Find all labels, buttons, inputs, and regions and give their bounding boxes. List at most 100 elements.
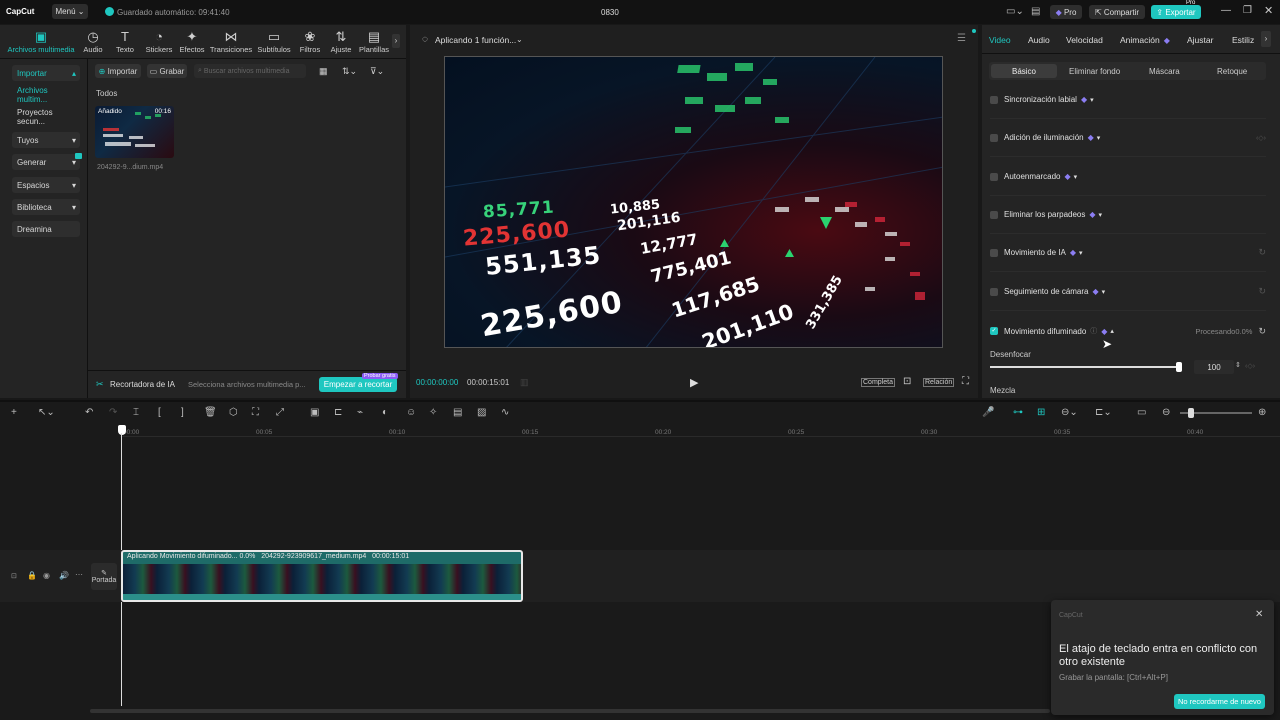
sidebar-import[interactable]: Importar ▴ <box>12 65 80 81</box>
option-ai-motion[interactable]: Movimiento de IA ◆ ▾ ↻ <box>990 234 1266 272</box>
trim-left-icon[interactable]: [ <box>158 407 161 418</box>
record-button[interactable]: ▭ Grabar <box>147 64 187 78</box>
select-tool-icon[interactable]: ↖⌄ <box>38 407 55 418</box>
layout-icon[interactable]: ▭⌄ <box>1006 6 1024 17</box>
reset-icon[interactable]: ↻ <box>1258 247 1266 258</box>
fullscreen-icon[interactable]: ⛶ <box>962 376 969 387</box>
audio-wave-icon[interactable]: ∿ <box>501 407 509 418</box>
speed-icon[interactable]: ⌁ <box>357 407 363 418</box>
sidebar-generate[interactable]: Generar ▾ <box>12 154 80 170</box>
toolbar-text[interactable]: T Texto <box>112 28 138 56</box>
freeze-icon[interactable]: ⊏ <box>334 407 342 418</box>
microphone-icon[interactable]: 🎤 <box>982 407 994 418</box>
subtab-remove-bg[interactable]: Eliminar fondo <box>1069 67 1120 76</box>
media-clip-thumbnail[interactable]: Añadido 00:16 <box>95 106 174 158</box>
close-icon[interactable]: ✕ <box>1264 4 1273 17</box>
sidebar-library[interactable]: Biblioteca ▾ <box>12 199 80 215</box>
toolbar-stickers[interactable]: ◔ Stickers <box>144 28 174 56</box>
mirror-icon[interactable]: ◐ <box>382 407 388 418</box>
replace-icon[interactable]: ▣ <box>310 407 319 418</box>
track-select-icon[interactable]: ⊡ <box>11 572 17 580</box>
option-motion-blur[interactable]: ✓ Movimiento difuminado ⓘ ◆ ▴ Procesando0.0% ↻ <box>990 323 1266 339</box>
option-camera-tracking[interactable]: Seguimiento de cámara ◆ ▾ ↻ <box>990 273 1266 311</box>
toolbar-audio[interactable]: ◷ Audio <box>80 28 106 56</box>
zoom-slider-handle[interactable] <box>1188 408 1194 418</box>
reset-icon[interactable]: ↻ <box>1258 286 1266 297</box>
checkbox[interactable] <box>990 172 998 181</box>
tab-stylize[interactable]: Estiliz <box>1232 35 1256 45</box>
timeline-scrollbar[interactable] <box>90 709 1050 713</box>
image-tool-icon[interactable]: ▨ <box>477 407 486 418</box>
eye-icon[interactable]: ◉ <box>43 571 50 580</box>
stepper-icon[interactable]: ⇕ <box>1235 361 1241 369</box>
redo-icon[interactable]: ↷ <box>109 407 117 418</box>
subtitle-toggle-icon[interactable]: ▭ <box>1137 407 1146 418</box>
keyframe-icon[interactable]: ‹◇› <box>1245 362 1255 370</box>
option-lighting[interactable]: Adición de iluminación ◆ ▾ ‹◇› <box>990 119 1266 157</box>
import-button[interactable]: ⊕ Importar <box>95 64 141 78</box>
subtab-basic[interactable]: Básico <box>991 64 1057 78</box>
video-clip[interactable]: Aplicando Movimiento difuminado... 0.0% … <box>121 550 523 602</box>
trim-right-icon[interactable]: ] <box>181 407 184 418</box>
toolbar-effects[interactable]: ✦ Efectos <box>178 28 206 56</box>
magic-icon[interactable]: ⤢ <box>276 407 284 418</box>
menu-button[interactable]: Menú ⌄ <box>52 4 88 19</box>
sidebar-secondary-projects[interactable]: Proyectos secun... <box>12 108 80 126</box>
aspect-ratio-button[interactable]: Relación <box>923 378 955 387</box>
tab-speed[interactable]: Velocidad <box>1066 35 1103 45</box>
full-quality-button[interactable]: Completa <box>861 378 895 387</box>
lock-icon[interactable]: 🔒 <box>27 571 37 580</box>
minimize-icon[interactable]: — <box>1221 5 1231 16</box>
playhead-handle[interactable] <box>118 425 126 435</box>
blur-slider-handle[interactable] <box>1176 362 1182 372</box>
blur-value-input[interactable]: 100 <box>1194 360 1234 374</box>
checkbox[interactable] <box>990 210 998 219</box>
play-icon[interactable]: ▶ <box>690 376 698 389</box>
add-track-icon[interactable]: + <box>11 407 17 418</box>
delete-icon[interactable]: 🗑 <box>204 407 217 418</box>
toolbar-templates[interactable]: ▤ Plantillas <box>358 28 390 56</box>
keyframe-icon[interactable]: ‹◇› <box>1256 134 1266 142</box>
blur-slider-track[interactable] <box>990 366 1180 368</box>
toolbar-filters[interactable]: ❀ Filtros <box>296 28 324 56</box>
tab-adjust[interactable]: Ajustar <box>1187 35 1213 45</box>
option-deflicker[interactable]: Eliminar los parpadeos ◆ ▾ <box>990 196 1266 234</box>
zoom-in-icon[interactable]: ⊕ <box>1258 407 1266 418</box>
sidebar-spaces[interactable]: Espacios ▾ <box>12 177 80 193</box>
toolbar-transitions[interactable]: ⋈ Transiciones <box>210 28 252 56</box>
shortcut-icon[interactable]: ▤ <box>1031 6 1040 17</box>
player-menu-icon[interactable]: ☰ <box>957 33 966 44</box>
subtab-mask[interactable]: Máscara <box>1149 67 1180 76</box>
zoom-out-icon[interactable]: ⊖ <box>1162 407 1170 418</box>
sidebar-dreamina[interactable]: Dreamina <box>12 221 80 237</box>
pro-button[interactable]: ◆ Pro <box>1050 5 1082 19</box>
checkbox[interactable] <box>990 287 998 296</box>
reset-icon[interactable]: ↻ <box>1258 326 1266 337</box>
magnet-icon[interactable]: ⊞ <box>1037 407 1045 418</box>
checkbox-checked[interactable]: ✓ <box>990 327 998 335</box>
sort-icon[interactable]: ⇅⌄ <box>342 66 357 77</box>
auto-adjust-icon[interactable]: ✧ <box>429 407 437 418</box>
export-button[interactable]: ⇪ Exportar <box>1151 5 1201 19</box>
maximize-icon[interactable]: ❐ <box>1243 5 1252 16</box>
checkbox[interactable] <box>990 95 998 104</box>
search-input[interactable]: ⌕ Buscar archivos multimedia <box>194 64 306 78</box>
checkbox[interactable] <box>990 248 998 257</box>
option-auto-reframe[interactable]: Autoenmarcado ◆ ▾ <box>990 158 1266 196</box>
subtitle-tool-icon[interactable]: ▤ <box>453 407 462 418</box>
player-status[interactable]: Aplicando 1 función... <box>435 35 516 45</box>
dont-remind-button[interactable]: No recordarme de nuevo <box>1174 694 1265 709</box>
subtab-retouch[interactable]: Retoque <box>1217 67 1247 76</box>
undo-icon[interactable]: ↶ <box>85 407 93 418</box>
preview-axis-icon[interactable]: ⊏⌄ <box>1095 407 1112 418</box>
sidebar-yours[interactable]: Tuyos ▾ <box>12 132 80 148</box>
cover-button[interactable]: ✎ Portada <box>91 563 117 590</box>
share-button[interactable]: ⇱ Compartir <box>1089 5 1145 19</box>
volume-icon[interactable]: 🔊 <box>59 571 69 580</box>
crop-view-icon[interactable]: ⊡ <box>903 376 911 387</box>
tab-animation[interactable]: Animación ◆ <box>1120 35 1170 45</box>
person-icon[interactable]: ☺ <box>406 407 416 418</box>
split-icon[interactable]: ⌶ <box>133 407 139 418</box>
checkbox[interactable] <box>990 133 998 142</box>
tab-video[interactable]: Video <box>989 35 1011 45</box>
